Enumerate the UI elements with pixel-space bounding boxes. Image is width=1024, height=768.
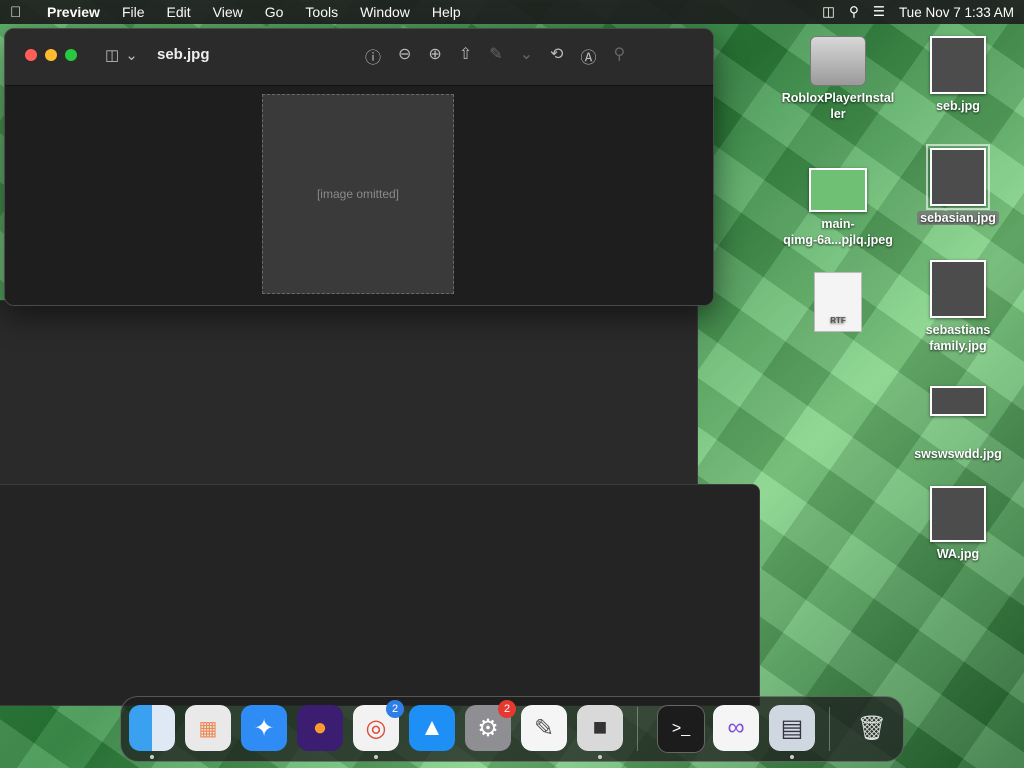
minimize-button[interactable] xyxy=(45,49,57,61)
desktop-icon-roblox-installer[interactable]: RobloxPlayerInstal ler xyxy=(778,36,898,122)
firefox-icon[interactable]: ● xyxy=(297,705,343,751)
desktop-icon-label: WA.jpg xyxy=(936,547,980,561)
dock: ▦ ✦ ● ◎ 2 ▲ ⚙ 2 ✎ ■ >_ ∞ ▤ 🗑 xyxy=(120,696,904,762)
app-store-icon[interactable]: ▲ xyxy=(409,705,455,751)
spotlight-search-icon[interactable]: ⚲ xyxy=(849,4,859,20)
menu-tools[interactable]: Tools xyxy=(294,4,349,20)
document-title: seb.jpg xyxy=(157,46,210,63)
menu-clock[interactable]: Tue Nov 7 1:33 AM xyxy=(899,5,1014,20)
image-thumbnail-icon xyxy=(809,168,867,212)
image-thumbnail-icon xyxy=(930,386,986,416)
image-thumbnail-icon xyxy=(930,36,986,94)
chrome-badge: 2 xyxy=(386,700,404,718)
running-indicator xyxy=(150,755,154,759)
desktop-icon-main-qimg[interactable]: main- qimg-6a...pjlq.jpeg xyxy=(778,168,898,248)
system-settings-icon[interactable]: ⚙ 2 xyxy=(465,700,516,751)
image-thumbnail-icon xyxy=(930,260,986,318)
rtf-badge: RTF xyxy=(830,316,846,325)
rtf-document-icon: RTF xyxy=(814,272,862,332)
trash-icon[interactable]: 🗑 xyxy=(849,705,895,751)
window-controls xyxy=(25,49,77,61)
desktop-icon-rtf-file[interactable]: RTF xyxy=(778,272,898,336)
running-indicator xyxy=(790,755,794,759)
highlight-icon[interactable]: ✎ xyxy=(489,44,502,68)
zoom-in-icon[interactable]: ⊕ xyxy=(428,44,441,68)
menu-help[interactable]: Help xyxy=(421,4,472,20)
document-canvas: [image omitted] xyxy=(5,86,713,305)
dock-separator xyxy=(829,707,830,751)
control-center-icon[interactable]: ☰ xyxy=(873,4,885,20)
share-icon[interactable]: ⇧ xyxy=(459,44,472,68)
preview-toolbar: ◫ ⌄ seb.jpg ⓘ ⊖ ⊕ ⇧ ✎ ⌄ ⟲ Ⓐ ⚲ xyxy=(5,29,713,86)
menu-edit[interactable]: Edit xyxy=(156,4,202,20)
sidebar-icon: ◫ xyxy=(105,47,120,64)
info-icon[interactable]: ⓘ xyxy=(365,44,381,68)
visual-studio-icon[interactable]: ∞ xyxy=(713,705,759,751)
markup-icon[interactable]: Ⓐ xyxy=(580,44,596,68)
rotate-icon[interactable]: ⟲ xyxy=(550,44,563,68)
desktop-icon-label: sebasian.jpg xyxy=(917,211,999,225)
disk-image-icon xyxy=(810,36,866,86)
safari-icon[interactable]: ✦ xyxy=(241,705,287,751)
desktop-icon-label: seb.jpg xyxy=(936,99,980,113)
textedit-icon[interactable]: ✎ xyxy=(521,705,567,751)
preview-app-icon[interactable]: ▤ xyxy=(769,705,815,759)
menu-window[interactable]: Window xyxy=(349,4,421,20)
desktop-icon-swswswdd[interactable]: swswswdd.jpg xyxy=(898,386,1018,462)
highlight-chevron-icon[interactable]: ⌄ xyxy=(520,44,533,68)
sidebar-toggle-button[interactable]: ◫ ⌄ xyxy=(105,46,138,64)
apple-menu-icon[interactable]:  xyxy=(10,4,36,21)
finder-icon[interactable] xyxy=(129,705,175,759)
zoom-out-icon[interactable]: ⊖ xyxy=(398,44,411,68)
settings-badge: 2 xyxy=(498,700,516,718)
menu-view[interactable]: View xyxy=(202,4,254,20)
maximize-button[interactable] xyxy=(65,49,77,61)
desktop-icon-label-wrap: sebasian.jpg xyxy=(898,210,1018,226)
stage-manager-icon[interactable]: ◫ xyxy=(822,4,835,20)
desktop-icon-label: main- qimg-6a...pjlq.jpeg xyxy=(783,217,893,247)
close-button[interactable] xyxy=(25,49,37,61)
image-thumbnail-icon xyxy=(930,486,986,542)
desktop-icon-seb[interactable]: seb.jpg xyxy=(898,36,1018,114)
dock-separator xyxy=(637,707,638,751)
menu-app-name[interactable]: Preview xyxy=(36,4,111,20)
search-icon[interactable]: ⚲ xyxy=(613,44,625,68)
desktop-icon-label: RobloxPlayerInstal ler xyxy=(781,91,895,121)
background-window-lower[interactable] xyxy=(0,484,760,706)
desktop-icon-sebasian[interactable]: sebasian.jpg xyxy=(898,144,1018,226)
running-indicator xyxy=(374,755,378,759)
chevron-down-icon: ⌄ xyxy=(125,47,138,64)
menu-file[interactable]: File xyxy=(111,4,156,20)
menu-bar:  Preview File Edit View Go Tools Window… xyxy=(0,0,1024,24)
desktop-icon-wa[interactable]: WA.jpg xyxy=(898,486,1018,562)
roblox-icon[interactable]: ■ xyxy=(577,705,623,759)
desktop-icon-label: sebastians family.jpg xyxy=(925,323,991,353)
terminal-icon[interactable]: >_ xyxy=(657,705,705,753)
desktop-icon-label: swswswdd.jpg xyxy=(914,447,1002,461)
toolbar-tools: ⓘ ⊖ ⊕ ⇧ ✎ ⌄ ⟲ Ⓐ ⚲ xyxy=(365,44,625,68)
photo-placeholder: [image omitted] xyxy=(262,94,454,294)
desktop-icon-sebastians-family[interactable]: sebastians family.jpg xyxy=(898,260,1018,354)
preview-window: ◫ ⌄ seb.jpg ⓘ ⊖ ⊕ ⇧ ✎ ⌄ ⟲ Ⓐ ⚲ [image omi… xyxy=(4,28,714,306)
image-thumbnail-icon xyxy=(926,144,990,210)
menu-go[interactable]: Go xyxy=(254,4,295,20)
launchpad-icon[interactable]: ▦ xyxy=(185,705,231,751)
chrome-icon[interactable]: ◎ 2 xyxy=(353,700,404,759)
running-indicator xyxy=(598,755,602,759)
